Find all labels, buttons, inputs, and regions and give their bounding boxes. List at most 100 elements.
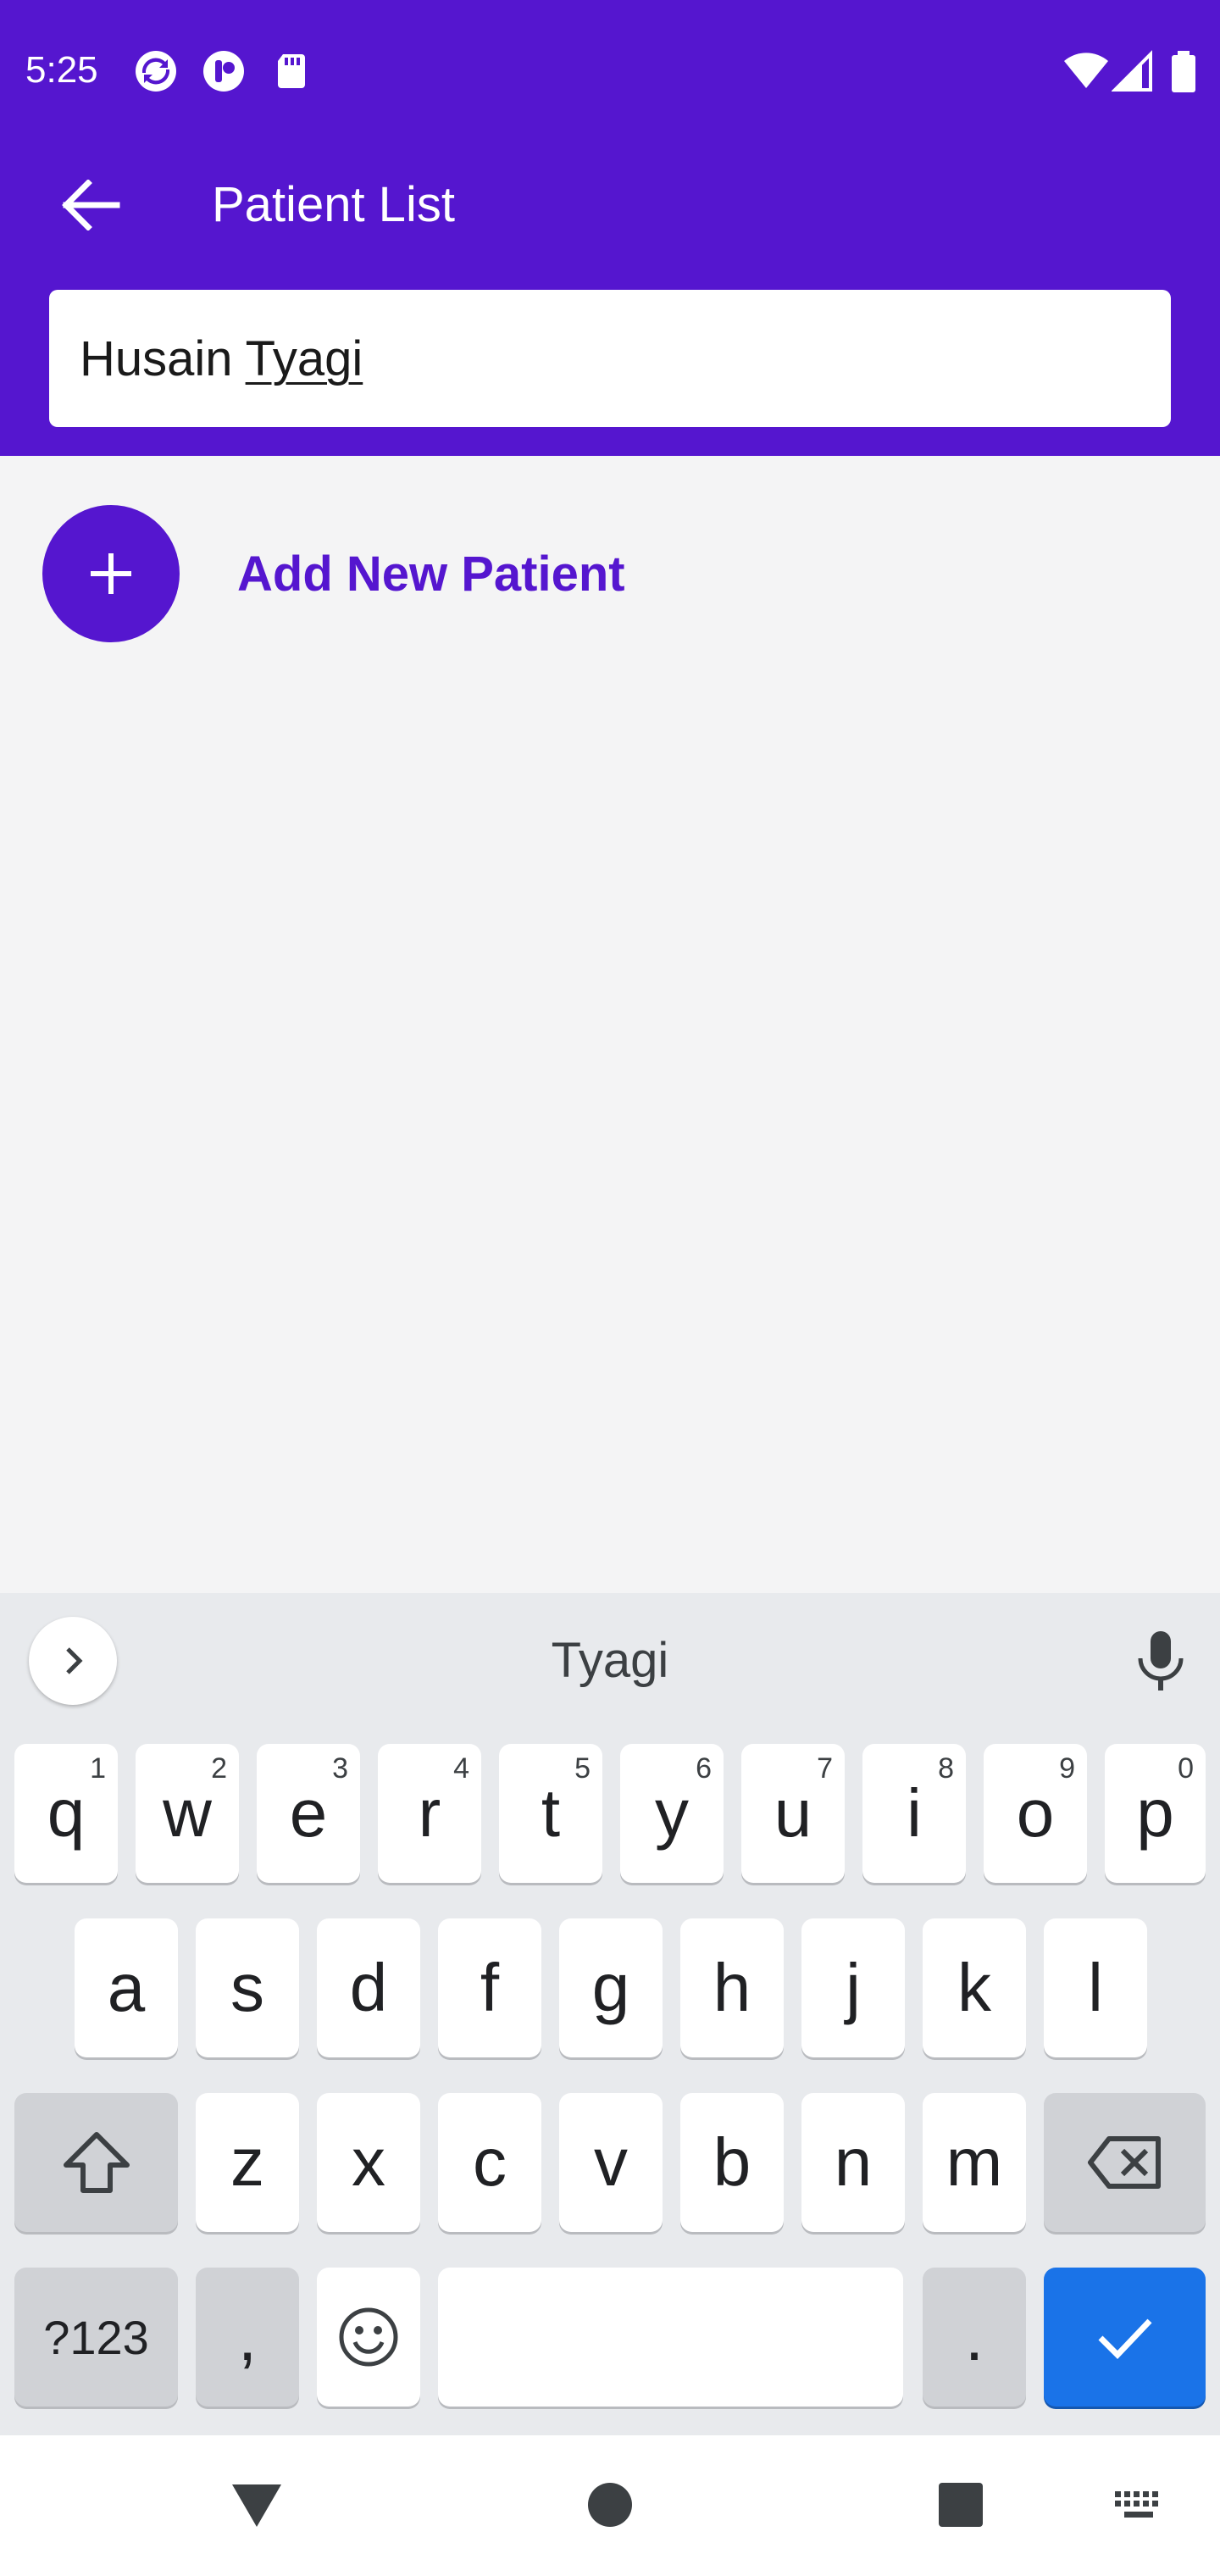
key-h[interactable]: h [680, 1918, 784, 2057]
key-u[interactable]: u7 [741, 1744, 845, 1883]
key-label: h [713, 1950, 751, 2025]
key-hint: 6 [696, 1752, 712, 1785]
key-x[interactable]: x [317, 2093, 420, 2232]
symbols-key[interactable]: ?123 [14, 2268, 178, 2407]
key-label: l [1088, 1950, 1103, 2025]
key-label: k [957, 1950, 991, 2025]
key-hint: 5 [574, 1752, 591, 1785]
sd-card-icon [269, 49, 313, 93]
key-g[interactable]: g [559, 1918, 663, 2057]
key-label: n [834, 2124, 873, 2200]
nav-home-button[interactable] [586, 2481, 634, 2533]
key-d[interactable]: d [317, 1918, 420, 2057]
signal-icon [1111, 49, 1156, 93]
key-hint: 8 [938, 1752, 954, 1785]
key-label: m [946, 2124, 1003, 2200]
key-label: j [846, 1950, 861, 2025]
key-label: t [541, 1775, 561, 1851]
emoji-key[interactable] [317, 2268, 420, 2407]
space-key[interactable] [438, 2268, 903, 2407]
key-label: y [655, 1775, 689, 1851]
wifi-icon [1062, 49, 1108, 93]
key-hint: 1 [90, 1752, 106, 1785]
key-label: w [163, 1775, 212, 1851]
key-z[interactable]: z [196, 2093, 299, 2232]
key-s[interactable]: s [196, 1918, 299, 2057]
key-n[interactable]: n [801, 2093, 905, 2232]
key-c[interactable]: c [438, 2093, 541, 2232]
arrow-left-icon [62, 180, 120, 230]
key-y[interactable]: y6 [620, 1744, 724, 1883]
nav-recents-button[interactable] [937, 2481, 984, 2533]
nav-back-button[interactable] [229, 2481, 285, 2534]
key-hint: 4 [453, 1752, 469, 1785]
key-label: b [713, 2124, 751, 2200]
key-t[interactable]: t5 [499, 1744, 602, 1883]
status-bar: 5:25 [0, 0, 1220, 149]
suggestion-expand-button[interactable] [29, 1617, 117, 1705]
triangle-back-icon [232, 2484, 281, 2527]
key-e[interactable]: e3 [257, 1744, 360, 1883]
key-l[interactable]: l [1044, 1918, 1147, 2057]
key-hint: 9 [1059, 1752, 1075, 1785]
key-label: a [107, 1950, 146, 2025]
key-p[interactable]: p0 [1105, 1744, 1206, 1883]
page-title: Patient List [212, 177, 455, 232]
suggestion-word[interactable]: Tyagi [441, 1632, 779, 1689]
add-new-patient-button[interactable]: Add New Patient [42, 505, 686, 642]
plus-icon [91, 553, 131, 594]
app-bar: 5:25 Patient List Husain Tyagi [0, 0, 1220, 456]
key-f[interactable]: f [438, 1918, 541, 2057]
search-composing-text: Tyagi [245, 331, 363, 386]
period-key[interactable]: . [923, 2268, 1026, 2407]
add-patient-label: Add New Patient [237, 547, 625, 602]
key-r[interactable]: r4 [378, 1744, 481, 1883]
key-label: c [473, 2124, 507, 2200]
square-recents-icon [939, 2483, 983, 2527]
circle-home-icon [588, 2483, 632, 2527]
key-o[interactable]: o9 [984, 1744, 1087, 1883]
key-label: x [352, 2124, 385, 2200]
key-label: f [480, 1950, 500, 2025]
search-value-text: Husain [80, 331, 246, 386]
checkmark-icon [1098, 2318, 1152, 2360]
key-label: d [349, 1950, 388, 2025]
backspace-key[interactable] [1044, 2093, 1206, 2232]
key-a[interactable]: a [75, 1918, 178, 2057]
soft-keyboard: Tyagi q1 w2 e3 r4 t5 y6 u7 i8 o9 p0 a s … [0, 1593, 1220, 2435]
key-hint: 0 [1178, 1752, 1194, 1785]
app-icon [202, 49, 246, 93]
key-label: q [47, 1775, 86, 1851]
emoji-icon [339, 2307, 398, 2367]
keyboard-switch-button[interactable] [1113, 2490, 1164, 2528]
microphone-button[interactable] [1127, 1624, 1195, 1700]
key-v[interactable]: v [559, 2093, 663, 2232]
key-j[interactable]: j [801, 1918, 905, 2057]
key-hint: 2 [211, 1752, 227, 1785]
comma-key[interactable]: , [196, 2268, 299, 2407]
shift-icon [63, 2132, 130, 2193]
key-b[interactable]: b [680, 2093, 784, 2232]
chevron-right-icon [66, 1647, 83, 1674]
key-label: u [774, 1775, 812, 1851]
shift-key[interactable] [14, 2093, 178, 2232]
battery-icon [1169, 49, 1198, 93]
system-nav-bar [0, 2435, 1220, 2576]
search-value: Husain Tyagi [80, 330, 363, 387]
done-key[interactable] [1044, 2268, 1206, 2407]
key-i[interactable]: i8 [862, 1744, 966, 1883]
keyboard-icon [1115, 2491, 1158, 2518]
back-button[interactable] [54, 169, 125, 241]
status-time: 5:25 [25, 49, 98, 91]
microphone-icon [1138, 1631, 1184, 1690]
key-label: i [907, 1775, 922, 1851]
key-label: s [230, 1950, 264, 2025]
search-input[interactable]: Husain Tyagi [49, 290, 1171, 427]
add-patient-fab[interactable] [42, 505, 180, 642]
backspace-icon [1087, 2136, 1161, 2189]
key-m[interactable]: m [923, 2093, 1026, 2232]
key-q[interactable]: q1 [14, 1744, 118, 1883]
key-label: o [1016, 1775, 1055, 1851]
key-k[interactable]: k [923, 1918, 1026, 2057]
key-w[interactable]: w2 [136, 1744, 239, 1883]
